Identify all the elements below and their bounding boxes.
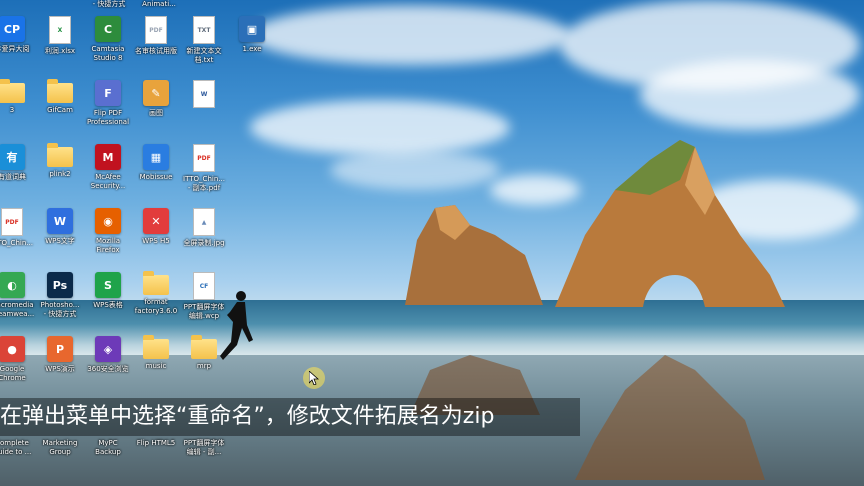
folder-icon: [47, 143, 73, 167]
rock-reflection: [575, 355, 765, 480]
folder-icon: [143, 335, 169, 359]
desktop-icon[interactable]: music: [132, 335, 180, 400]
desktop-icon[interactable]: GifCam: [36, 79, 84, 144]
desktop-icon-label[interactable]: PPT翻屏字体 编辑 - 副...: [176, 439, 232, 457]
desktop-icon[interactable]: M McAfee Security...: [84, 144, 132, 208]
desktop-icon[interactable]: W: [180, 80, 228, 144]
icon-label: mrp: [196, 362, 212, 370]
app-icon: ▦: [143, 144, 169, 170]
desktop-icon[interactable]: P WPS演示: [36, 336, 84, 400]
app-icon: C: [95, 16, 121, 42]
app-icon: 有: [0, 144, 25, 170]
desktop-icon[interactable]: format factory3.6.0: [132, 271, 180, 336]
desktop-icon[interactable]: S WPS表格: [84, 272, 132, 336]
desktop-icon[interactable]: PDF 名审核试用版: [132, 16, 180, 80]
app-icon: ✎: [143, 80, 169, 106]
document-icon: CF: [193, 272, 215, 300]
folder-icon: [143, 271, 169, 295]
app-icon: CP: [0, 16, 25, 42]
desktop-icon[interactable]: ▲ 全屏录制.jpg: [180, 208, 228, 272]
icon-label: ITTO_Chin... - 副本.pdf: [183, 175, 225, 192]
desktop-icon[interactable]: F Flip PDF Professional: [84, 80, 132, 144]
icon-label: 全屏录制.jpg: [183, 239, 225, 247]
desktop-icon[interactable]: ✕ WPS H5: [132, 208, 180, 272]
app-icon: ◉: [95, 208, 121, 234]
desktop-icon[interactable]: ● Google Chrome: [0, 336, 36, 400]
desktop-icon[interactable]: mrp: [180, 335, 228, 400]
app-icon: S: [95, 272, 121, 298]
desktop-icon[interactable]: CF PPT翻屏字体 编辑.wcp: [180, 272, 228, 336]
app-icon: ▣: [239, 16, 265, 42]
desktop-icon[interactable]: CP珍爱异大阅: [0, 16, 36, 80]
app-icon: ●: [0, 336, 25, 362]
app-icon: W: [47, 208, 73, 234]
document-icon: TXT: [193, 16, 215, 44]
rock-arch-small: [405, 205, 543, 305]
pdf-file-icon: PDF: [1, 208, 23, 236]
desktop-icon[interactable]: ◐Macromedia Dreamwea...: [0, 272, 36, 336]
desktop-icon[interactable]: C Camtasia Studio 8: [84, 16, 132, 80]
desktop-icon[interactable]: plink2: [36, 143, 84, 208]
icon-label: Animati...: [142, 0, 176, 8]
cloud: [640, 60, 860, 130]
app-icon: F: [95, 80, 121, 106]
desktop-icon[interactable]: ◈ 360安全浏览: [84, 336, 132, 400]
desktop-icon[interactable]: ▦ Mobissue: [132, 144, 180, 208]
icon-label: PPT翻屏字体 编辑.wcp: [183, 303, 225, 320]
desktop-icon[interactable]: ✎ 画图: [132, 80, 180, 144]
icon-label: 1.exe: [242, 45, 262, 53]
app-icon: M: [95, 144, 121, 170]
desktop-icon[interactable]: X 利润.xlsx: [36, 16, 84, 80]
folder-icon: [191, 335, 217, 359]
icon-label: 画图: [149, 109, 163, 117]
icon-label: - 快捷方式: [92, 0, 126, 8]
cloud: [330, 150, 500, 190]
desktop-icon[interactable]: W WPS文字: [36, 208, 84, 272]
desktop-icon[interactable]: ▣ 1.exe: [228, 16, 276, 80]
desktop-icon[interactable]: PDFITTO_Chin...: [0, 208, 36, 272]
document-icon: X: [49, 16, 71, 44]
desktop-icon[interactable]: Ps Photosho... - 快捷方式: [36, 272, 84, 336]
mouse-cursor: [303, 367, 325, 389]
app-icon: P: [47, 336, 73, 362]
app-icon: ◐: [0, 272, 25, 298]
desktop-icon[interactable]: 有有道词典: [0, 144, 36, 208]
pdf-file-icon: PDF: [193, 144, 215, 172]
app-icon: Ps: [47, 272, 73, 298]
app-icon: ✕: [143, 208, 169, 234]
app-icon: ◈: [95, 336, 121, 362]
folder-icon: [0, 79, 25, 103]
desktop-icon[interactable]: 3: [0, 79, 36, 144]
cloud: [250, 100, 510, 155]
video-subtitle: 在弹出菜单中选择“重命名”，修改文件拓展名为zip: [0, 398, 580, 436]
document-icon: ▲: [193, 208, 215, 236]
document-icon: W: [193, 80, 215, 108]
folder-icon: [47, 79, 73, 103]
rock-arch-large: [555, 140, 785, 307]
desktop-icon[interactable]: ◉ Mozilla Firefox: [84, 208, 132, 272]
cloud: [250, 5, 570, 65]
desktop-icon[interactable]: TXT 新建文本文 档.txt: [180, 16, 228, 80]
desktop-icon[interactable]: PDF ITTO_Chin... - 副本.pdf: [180, 144, 228, 208]
cursor-arrow-icon: [309, 371, 319, 385]
pdf-file-icon: PDF: [145, 16, 167, 44]
